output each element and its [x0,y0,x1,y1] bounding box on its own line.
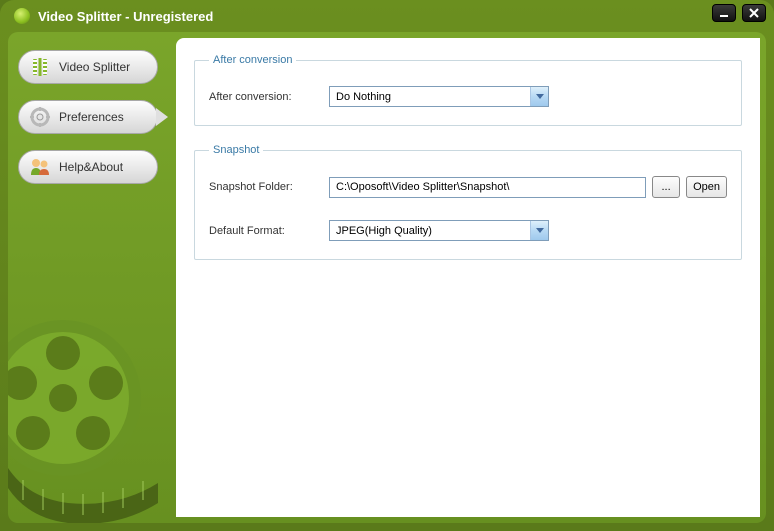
close-icon [749,8,759,18]
open-button[interactable]: Open [686,176,727,198]
nav-preferences[interactable]: Preferences [18,100,158,134]
after-conversion-value: Do Nothing [330,91,530,103]
window-controls [712,4,766,22]
default-format-label: Default Format: [209,225,329,237]
nav-label: Help&About [59,160,123,174]
minimize-button[interactable] [712,4,736,22]
snapshot-legend: Snapshot [209,144,263,156]
default-format-value: JPEG(High Quality) [330,225,530,237]
default-format-select[interactable]: JPEG(High Quality) [329,220,549,241]
title-bar[interactable]: Video Splitter - Unregistered [0,0,774,32]
minimize-icon [719,8,729,18]
film-icon [29,56,51,78]
after-conversion-group: After conversion After conversion: Do No… [194,54,742,126]
snapshot-group: Snapshot Snapshot Folder: ... Open Defau… [194,144,742,260]
window-frame: Video Splitter - Unregistered [0,0,774,531]
browse-button[interactable]: ... [652,176,680,198]
app-icon [14,8,30,24]
snapshot-folder-label: Snapshot Folder: [209,181,329,193]
nav-label: Video Splitter [59,60,130,74]
nav-video-splitter[interactable]: Video Splitter [18,50,158,84]
after-conversion-legend: After conversion [209,54,296,66]
nav-help-about[interactable]: Help&About [18,150,158,184]
after-conversion-select[interactable]: Do Nothing [329,86,549,107]
chevron-down-icon [530,221,548,240]
people-icon [29,156,51,178]
after-conversion-label: After conversion: [209,91,329,103]
content-panel: After conversion After conversion: Do No… [176,38,760,517]
body-area: Video Splitter Preference [8,32,766,523]
close-button[interactable] [742,4,766,22]
gear-icon [29,106,51,128]
snapshot-folder-input[interactable] [329,177,646,198]
chevron-down-icon [530,87,548,106]
sidebar: Video Splitter Preference [8,32,176,523]
nav-label: Preferences [59,110,124,124]
film-reel-decoration [8,303,178,523]
window-title: Video Splitter - Unregistered [38,9,213,24]
